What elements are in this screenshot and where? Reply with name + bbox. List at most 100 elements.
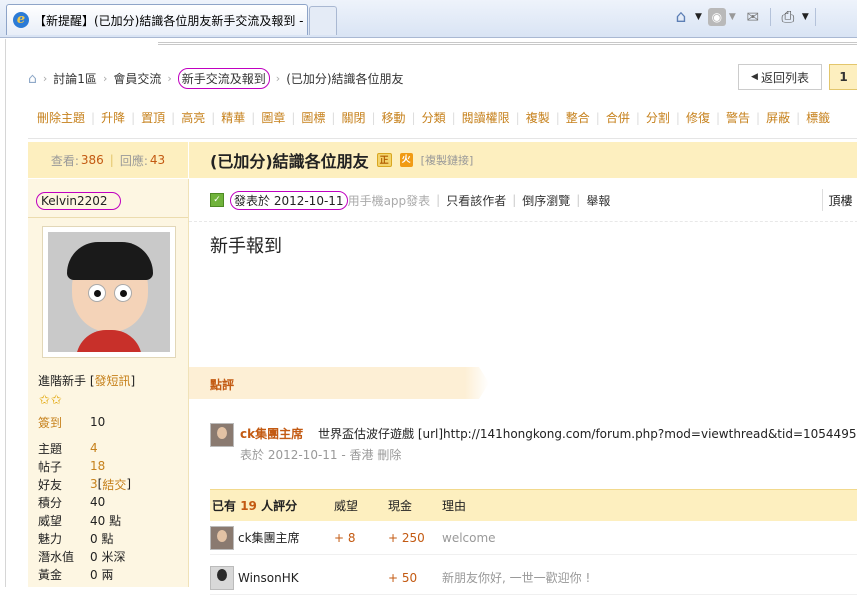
rating-row: WinsonHK + 50 新朋友你好, 一世一歡迎你 ! xyxy=(210,561,857,595)
mod-action-button[interactable]: 標籤 xyxy=(800,109,836,126)
online-status-icon: ✓ xyxy=(210,193,224,207)
profile-stat-value[interactable]: 3 xyxy=(90,477,98,491)
user-rank: 進階新手 [發短訊] xyxy=(38,374,136,388)
col-prestige: 威望 xyxy=(334,499,359,513)
profile-stat-row: 積分 40 xyxy=(38,493,178,511)
rating-cash: + 250 xyxy=(388,530,425,545)
forum-page: ⌂ › 討論1區 › 會員交流 › 新手交流及報到 › (已加分)結識各位朋友 … xyxy=(5,39,857,595)
profile-stat-value[interactable]: 4 xyxy=(90,441,98,455)
author-name-link[interactable]: Kelvin2202 xyxy=(36,192,121,210)
rater-avatar xyxy=(210,525,234,550)
profile-stat-row: 帖子 18 xyxy=(38,457,178,475)
commenter-avatar[interactable] xyxy=(210,423,234,447)
recommended-badge-icon: 正 xyxy=(376,153,392,167)
back-to-list-button[interactable]: ◀ 返回列表 xyxy=(738,64,822,90)
avatar-shirt xyxy=(76,330,142,352)
breadcrumb-current: (已加分)結識各位朋友 xyxy=(286,72,404,86)
print-button[interactable]: ⎙ ▼ xyxy=(777,6,809,28)
breadcrumb-arrow-icon: › xyxy=(42,72,48,85)
mod-action-button[interactable]: 高亮 xyxy=(175,109,211,126)
post-content: 新手報到 xyxy=(210,236,282,257)
profile-stat-row: 潛水值 0 米深 xyxy=(38,547,178,565)
mod-action-button[interactable]: 合併 xyxy=(600,109,636,126)
breadcrumb-forum[interactable]: 討論1區 xyxy=(53,70,97,87)
home-icon: ⌂ xyxy=(675,7,687,27)
page-number-current[interactable]: 1 xyxy=(829,64,857,90)
profile-stat-row: 威望 40 點 xyxy=(38,511,178,529)
mod-action-button[interactable]: 整合 xyxy=(560,109,596,126)
views-count: 386 xyxy=(80,153,104,167)
mod-action-button[interactable]: 屏蔽 xyxy=(760,109,796,126)
comment-delete-link[interactable]: 刪除 xyxy=(377,448,401,462)
back-to-list-label: 返回列表 xyxy=(760,70,809,85)
reverse-order-link[interactable]: 倒序瀏覽 xyxy=(522,192,570,209)
add-friend-link[interactable]: 結交 xyxy=(102,476,126,493)
mod-action-button[interactable]: 刪除主題 xyxy=(28,109,91,126)
avatar-eye xyxy=(88,284,106,302)
rank-label: 進階新手 xyxy=(38,374,87,388)
rss-button[interactable]: ◉ ▼ xyxy=(707,6,736,28)
mod-action-button[interactable]: 閱讀權限 xyxy=(456,109,516,126)
mod-action-button[interactable]: 分割 xyxy=(640,109,676,126)
copy-link[interactable]: [複製鏈接] xyxy=(421,152,474,168)
mod-action-button[interactable]: 警告 xyxy=(720,109,756,126)
mod-action-button[interactable]: 移動 xyxy=(376,109,412,126)
mod-action-button[interactable]: 關閉 xyxy=(335,109,371,126)
profile-stat-label: 帖子 xyxy=(38,459,63,474)
mod-action-button[interactable]: 複製 xyxy=(520,109,556,126)
send-pm-link[interactable]: 發短訊 xyxy=(95,374,131,388)
floor-label[interactable]: 頂樓 xyxy=(822,189,857,211)
post-meta-row: ✓ 發表於 2012-10-11 用手機app發表 | 只看該作者 | 倒序瀏覽… xyxy=(210,189,610,211)
chevron-down-icon: ▼ xyxy=(801,12,809,22)
profile-stat-label: 魅力 xyxy=(38,531,63,546)
replies-count: 43 xyxy=(149,153,166,167)
profile-stat-row: 簽到 10 xyxy=(38,411,178,433)
breadcrumb-category[interactable]: 會員交流 xyxy=(113,70,161,87)
mod-action-button[interactable]: 分類 xyxy=(416,109,452,126)
only-author-link[interactable]: 只看該作者 xyxy=(446,192,506,209)
meta-divider: | xyxy=(436,193,441,207)
mail-button[interactable]: ✉ xyxy=(742,6,764,28)
mod-action-button[interactable]: 升降 xyxy=(95,109,131,126)
replies-label: 回應: xyxy=(119,153,148,168)
top-divider xyxy=(158,42,857,45)
avatar[interactable] xyxy=(42,226,176,358)
home-icon[interactable]: ⌂ xyxy=(28,71,37,87)
comment-item: ck集團主席 世界盃估波仔遊戲 [url]http://141hongkong.… xyxy=(210,423,857,463)
divider xyxy=(189,221,857,222)
posted-via-app: 用手機app發表 xyxy=(347,193,431,208)
browser-tab[interactable]: e 【新提醒】(已加分)結識各位朋友新手交流及報到 - xyxy=(6,4,308,35)
mod-action-button[interactable]: 圖標 xyxy=(295,109,331,126)
thread-stats: 查看: 386 | 回應: 43 xyxy=(28,142,188,178)
meta-divider: | xyxy=(512,193,517,207)
profile-stat-row: 魅力 0 點 xyxy=(38,529,178,547)
browser-toolbar: ⌂ ▼ ◉ ▼ ✉ ⎙ ▼ xyxy=(670,6,816,28)
commenter-name[interactable]: ck集團主席 xyxy=(240,425,303,442)
comment-meta: 表於 2012-10-11 - 香港 刪除 xyxy=(240,446,401,463)
post-date: 發表於 2012-10-11 xyxy=(230,190,348,210)
mod-action-button[interactable]: 精華 xyxy=(215,109,251,126)
avatar-hair xyxy=(67,242,153,280)
comment-date: 表於 2012-10-11 - 香港 xyxy=(240,448,374,462)
thread-title: (已加分)結識各位朋友 xyxy=(210,152,369,171)
ie-icon: e xyxy=(13,12,29,28)
rating-row: ck集團主席 + 8 + 250 welcome xyxy=(210,521,857,555)
breadcrumb-board[interactable]: 新手交流及報到 xyxy=(177,68,270,89)
rating-prestige: + 8 xyxy=(334,530,356,545)
mod-action-button[interactable]: 置頂 xyxy=(135,109,171,126)
mod-action-button[interactable]: 圖章 xyxy=(255,109,291,126)
new-tab-button[interactable] xyxy=(309,6,337,35)
rater[interactable]: WinsonHK xyxy=(210,565,334,590)
profile-stat-value[interactable]: 18 xyxy=(90,459,105,473)
breadcrumb-arrow-icon: › xyxy=(275,72,281,85)
rater[interactable]: ck集團主席 xyxy=(210,525,334,550)
home-button[interactable]: ⌂ ▼ xyxy=(670,6,702,28)
chevron-down-icon: ▼ xyxy=(728,12,736,22)
mod-action-button[interactable]: 修復 xyxy=(680,109,716,126)
bracket: ] xyxy=(126,477,132,491)
divider xyxy=(28,217,188,218)
profile-stat-label: 威望 xyxy=(38,513,63,528)
report-link[interactable]: 舉報 xyxy=(586,192,610,209)
rating-reason: 新朋友你好, 一世一歡迎你 ! xyxy=(442,571,591,585)
rating-summary-prefix: 已有 xyxy=(212,499,237,513)
